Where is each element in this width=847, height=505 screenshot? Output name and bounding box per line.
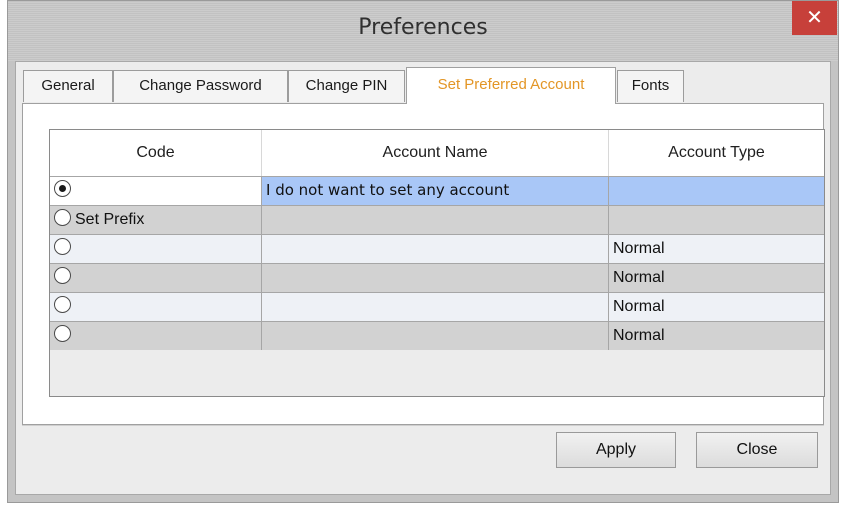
cell-account-type: Normal [609, 293, 824, 321]
cell-code [50, 235, 262, 263]
column-header-code[interactable]: Code [50, 130, 262, 176]
cell-account-type [609, 206, 824, 234]
dialog-client: General Change Password Change PIN Set P… [15, 61, 831, 495]
cell-code [50, 322, 262, 350]
table-row[interactable]: Normal [50, 321, 824, 350]
tab-set-preferred-account[interactable]: Set Preferred Account [406, 67, 616, 104]
radio-unchecked-icon[interactable] [54, 238, 71, 256]
radio-unchecked-icon[interactable] [54, 296, 71, 314]
cell-account-type [609, 177, 824, 205]
cell-account-name [262, 264, 609, 292]
cell-account-type: Normal [609, 235, 824, 263]
close-button[interactable]: Close [696, 432, 818, 468]
table-row[interactable]: Normal [50, 263, 824, 292]
code-text: Set Prefix [75, 211, 145, 228]
tab-general[interactable]: General [23, 70, 113, 102]
cell-code: Set Prefix [50, 206, 262, 234]
tab-panel: Code Account Name Account Type I do not … [22, 103, 825, 425]
column-header-account-type[interactable]: Account Type [609, 130, 824, 176]
footer-divider [22, 425, 824, 426]
cell-account-name [262, 322, 609, 350]
accounts-table: Code Account Name Account Type I do not … [49, 129, 825, 397]
close-icon[interactable]: ✕ [792, 1, 837, 35]
cell-code [50, 293, 262, 321]
cell-account-name [262, 293, 609, 321]
radio-unchecked-icon[interactable] [54, 267, 71, 285]
preferences-window: Preferences ✕ General Change Password Ch… [7, 0, 839, 503]
cell-account-name [262, 235, 609, 263]
tab-fonts[interactable]: Fonts [617, 70, 684, 102]
tab-change-pin[interactable]: Change PIN [288, 70, 405, 102]
table-header: Code Account Name Account Type [50, 130, 824, 176]
cell-code [50, 264, 262, 292]
column-header-account-name[interactable]: Account Name [262, 130, 609, 176]
table-row[interactable]: Set Prefix [50, 205, 824, 234]
radio-unchecked-icon[interactable] [54, 325, 71, 343]
window-title: Preferences [358, 15, 488, 40]
cell-account-name: I do not want to set any account [262, 177, 609, 205]
cell-account-type: Normal [609, 264, 824, 292]
title-bar[interactable]: Preferences ✕ [8, 1, 838, 61]
tab-change-password[interactable]: Change Password [113, 70, 288, 102]
table-row[interactable]: Normal [50, 234, 824, 263]
apply-button[interactable]: Apply [556, 432, 676, 468]
radio-checked-icon[interactable] [54, 180, 71, 198]
table-row[interactable]: I do not want to set any account [50, 176, 824, 205]
cell-code [50, 177, 262, 205]
radio-unchecked-icon[interactable] [54, 209, 71, 227]
cell-account-type: Normal [609, 322, 824, 350]
cell-account-name [262, 206, 609, 234]
table-row[interactable]: Normal [50, 292, 824, 321]
